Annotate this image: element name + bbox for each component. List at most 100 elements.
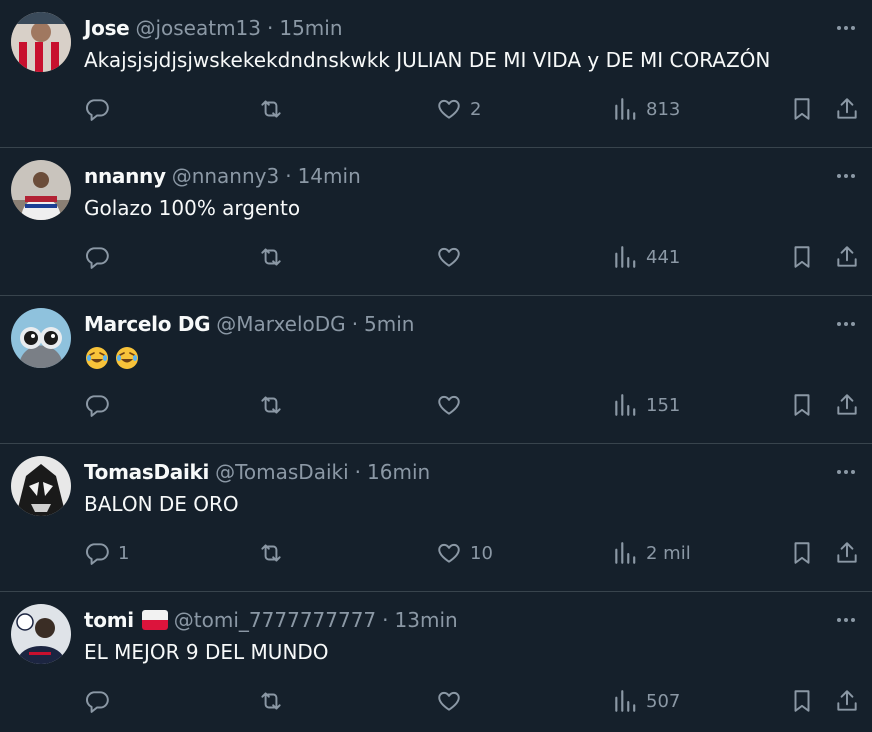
share-icon bbox=[837, 394, 857, 415]
timestamp[interactable]: 14min bbox=[298, 164, 361, 188]
views-icon bbox=[615, 394, 636, 416]
tweet[interactable]: TomasDaiki @TomasDaiki · 16min BALON DE … bbox=[0, 444, 872, 592]
retweet-button[interactable] bbox=[258, 94, 292, 124]
bookmark-button[interactable] bbox=[789, 242, 815, 272]
more-icon bbox=[837, 322, 855, 326]
reply-button[interactable] bbox=[84, 94, 118, 124]
tweet-text: Akajsjsjdjsjwskekekdndnskwkk JULIAN DE M… bbox=[84, 48, 771, 72]
view-count: 507 bbox=[646, 690, 681, 712]
avatar[interactable] bbox=[11, 604, 71, 664]
heart-icon bbox=[438, 691, 460, 711]
avatar[interactable] bbox=[11, 456, 71, 516]
reply-icon bbox=[86, 543, 109, 565]
views-button[interactable]: 507 bbox=[612, 686, 680, 716]
like-button[interactable]: 2 bbox=[436, 94, 481, 124]
like-count: 2 bbox=[470, 98, 482, 120]
view-count: 2 mil bbox=[646, 542, 691, 564]
heart-icon bbox=[438, 395, 460, 415]
like-button[interactable]: 10 bbox=[436, 538, 493, 568]
like-button[interactable] bbox=[436, 686, 470, 716]
more-button[interactable] bbox=[834, 312, 858, 336]
share-icon bbox=[837, 690, 857, 711]
user-handle[interactable]: @TomasDaiki bbox=[215, 460, 349, 484]
user-handle[interactable]: @joseatm13 bbox=[135, 16, 261, 40]
share-button[interactable] bbox=[834, 686, 860, 716]
like-button[interactable] bbox=[436, 242, 470, 272]
reply-count: 1 bbox=[118, 542, 130, 564]
separator-dot: · bbox=[267, 16, 274, 40]
separator-dot: · bbox=[354, 460, 362, 484]
reply-button[interactable] bbox=[84, 242, 118, 272]
view-count: 151 bbox=[646, 394, 681, 416]
share-icon bbox=[837, 542, 857, 563]
share-button[interactable] bbox=[834, 390, 860, 420]
separator-dot: · bbox=[351, 312, 359, 336]
display-name[interactable]: Jose bbox=[84, 16, 130, 40]
heart-icon bbox=[438, 543, 460, 563]
share-button[interactable] bbox=[834, 242, 860, 272]
like-button[interactable] bbox=[436, 390, 470, 420]
reply-icon bbox=[86, 395, 109, 417]
retweet-icon bbox=[261, 692, 281, 710]
bookmark-button[interactable] bbox=[789, 390, 815, 420]
avatar[interactable] bbox=[11, 308, 71, 368]
views-button[interactable]: 441 bbox=[612, 242, 680, 272]
timestamp[interactable]: 16min bbox=[367, 460, 430, 484]
display-name[interactable]: Marcelo DG bbox=[84, 312, 211, 336]
avatar[interactable] bbox=[11, 12, 71, 72]
view-count: 813 bbox=[646, 98, 681, 120]
views-button[interactable]: 2 mil bbox=[612, 538, 691, 568]
timestamp[interactable]: 15min bbox=[279, 16, 342, 40]
bookmark-icon bbox=[794, 690, 810, 712]
more-icon bbox=[837, 470, 855, 474]
retweet-icon bbox=[261, 544, 281, 562]
timestamp[interactable]: 13min bbox=[395, 608, 458, 632]
reply-icon bbox=[86, 691, 109, 713]
user-handle[interactable]: @tomi_7777777777 bbox=[174, 608, 376, 632]
tweet-text: BALON DE ORO bbox=[84, 492, 239, 516]
share-icon bbox=[837, 98, 857, 119]
timestamp[interactable]: 5min bbox=[364, 312, 414, 336]
reply-button[interactable] bbox=[84, 686, 118, 716]
reply-button[interactable]: 1 bbox=[84, 538, 129, 568]
retweet-button[interactable] bbox=[258, 242, 292, 272]
retweet-button[interactable] bbox=[258, 390, 292, 420]
reply-feed: Jose @joseatm13 · 15min Akajsjsjdjsjwske… bbox=[0, 0, 872, 732]
tweet-text: Golazo 100% argento bbox=[84, 196, 301, 220]
tweet[interactable]: nnanny @nnanny3 · 14min Golazo 100% arge… bbox=[0, 148, 872, 296]
views-button[interactable]: 813 bbox=[612, 94, 680, 124]
user-handle[interactable]: @MarxeloDG bbox=[216, 312, 345, 336]
tweet[interactable]: tomi @tomi_7777777777 · 13min EL MEJOR 9… bbox=[0, 592, 872, 732]
user-handle[interactable]: @nnanny3 bbox=[172, 164, 280, 188]
tweet-actions: 507 bbox=[0, 686, 872, 716]
views-icon bbox=[615, 246, 636, 268]
separator-dot: · bbox=[285, 164, 292, 188]
bookmark-button[interactable] bbox=[789, 686, 815, 716]
views-button[interactable]: 151 bbox=[612, 390, 680, 420]
more-button[interactable] bbox=[834, 460, 858, 484]
share-button[interactable] bbox=[834, 94, 860, 124]
more-button[interactable] bbox=[834, 16, 858, 40]
retweet-button[interactable] bbox=[258, 538, 292, 568]
avatar[interactable] bbox=[11, 160, 71, 220]
views-icon bbox=[615, 98, 636, 120]
display-name[interactable]: TomasDaiki bbox=[84, 460, 209, 484]
share-button[interactable] bbox=[834, 538, 860, 568]
bookmark-icon bbox=[794, 542, 810, 564]
bookmark-button[interactable] bbox=[789, 538, 815, 568]
more-icon bbox=[837, 26, 855, 30]
reply-button[interactable] bbox=[84, 390, 118, 420]
more-button[interactable] bbox=[834, 608, 858, 632]
retweet-icon bbox=[261, 396, 281, 414]
display-name[interactable]: nnanny bbox=[84, 164, 166, 188]
views-icon bbox=[615, 690, 636, 712]
rolling-on-floor-laughing-icon bbox=[86, 346, 108, 369]
retweet-button[interactable] bbox=[258, 686, 292, 716]
tweet-text bbox=[84, 342, 842, 371]
bookmark-button[interactable] bbox=[789, 94, 815, 124]
tweet-actions: 1 10 2 mil bbox=[0, 538, 872, 568]
tweet[interactable]: Marcelo DG @MarxeloDG · 5min 151 bbox=[0, 296, 872, 444]
display-name[interactable]: tomi bbox=[84, 608, 134, 632]
more-button[interactable] bbox=[834, 164, 858, 188]
tweet[interactable]: Jose @joseatm13 · 15min Akajsjsjdjsjwske… bbox=[0, 0, 872, 148]
